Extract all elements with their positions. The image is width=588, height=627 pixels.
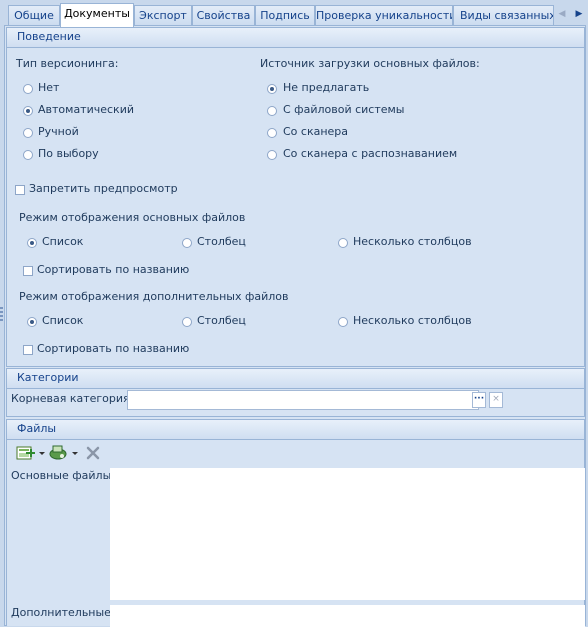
source-option-none[interactable]: Не предлагать xyxy=(283,81,369,94)
source-option-scanner[interactable]: Со сканера xyxy=(283,125,348,138)
tab-export[interactable]: Экспорт xyxy=(134,5,192,25)
versioning-radio-choice[interactable] xyxy=(23,150,33,160)
versioning-option-none[interactable]: Нет xyxy=(38,81,59,94)
versioning-option-choice[interactable]: По выбору xyxy=(38,147,99,160)
categories-group: Категории Корневая категория: ··· × xyxy=(6,368,585,417)
main-sort-label[interactable]: Сортировать по названию xyxy=(37,263,189,276)
extra-mode-option-list[interactable]: Список xyxy=(42,314,83,327)
main-files-label: Основные файлы xyxy=(11,469,112,482)
extra-files-list[interactable] xyxy=(110,605,585,627)
main-files-list[interactable] xyxy=(110,468,585,600)
behavior-group-header: Поведение xyxy=(7,28,584,48)
source-radio-scanner[interactable] xyxy=(267,128,277,138)
source-radio-filesystem[interactable] xyxy=(267,106,277,116)
main-mode-option-multicolumn[interactable]: Несколько столбцов xyxy=(353,235,472,248)
versioning-radio-auto[interactable] xyxy=(23,106,33,116)
extra-sort-label[interactable]: Сортировать по названию xyxy=(37,342,189,355)
tab-signature[interactable]: Подпись xyxy=(255,5,315,25)
source-label: Источник загрузки основных файлов: xyxy=(260,57,480,70)
add-file-button[interactable] xyxy=(14,443,48,463)
root-category-browse-button[interactable]: ··· xyxy=(472,392,486,408)
source-option-scanner-ocr[interactable]: Со сканера с распознаванием xyxy=(283,147,457,160)
main-mode-radio-multicolumn[interactable] xyxy=(338,238,348,248)
versioning-option-auto[interactable]: Автоматический xyxy=(38,103,134,116)
source-radio-none[interactable] xyxy=(267,84,277,94)
scan-file-button[interactable] xyxy=(48,443,82,463)
versioning-radio-manual[interactable] xyxy=(23,128,33,138)
categories-group-header: Категории xyxy=(7,369,584,389)
extra-files-mode-label: Режим отображения дополнительных файлов xyxy=(19,290,289,303)
root-category-input[interactable] xyxy=(127,390,479,410)
source-radio-scanner-ocr[interactable] xyxy=(267,150,277,160)
delete-icon xyxy=(86,446,100,460)
files-group-header: Файлы xyxy=(7,420,584,440)
extra-mode-radio-column[interactable] xyxy=(182,317,192,327)
tab-properties[interactable]: Свойства xyxy=(192,5,255,25)
files-group: Файлы Основные файлы Дополнительные xyxy=(6,419,585,627)
extra-files-label: Дополнительные xyxy=(11,606,111,619)
extra-mode-radio-list[interactable] xyxy=(27,317,37,327)
root-category-clear-button[interactable]: × xyxy=(489,392,503,408)
add-file-icon xyxy=(16,446,45,460)
scanner-icon xyxy=(49,445,78,460)
versioning-option-manual[interactable]: Ручной xyxy=(38,125,79,138)
disable-preview-label[interactable]: Запретить предпросмотр xyxy=(29,182,178,195)
tab-scroll-left-icon[interactable]: ◀ xyxy=(555,6,569,22)
source-option-filesystem[interactable]: С файловой системы xyxy=(283,103,405,116)
behavior-group: Поведение Тип версионинга: Нет Автоматич… xyxy=(6,27,585,367)
main-sort-checkbox[interactable] xyxy=(23,266,33,276)
main-mode-radio-list[interactable] xyxy=(27,238,37,248)
root-category-label: Корневая категория: xyxy=(11,392,134,405)
tab-related-types[interactable]: Виды связанных з xyxy=(453,5,554,25)
main-mode-radio-column[interactable] xyxy=(182,238,192,248)
tab-scroll-right-icon[interactable]: ▶ xyxy=(572,6,586,22)
disable-preview-checkbox[interactable] xyxy=(15,185,25,195)
extra-sort-checkbox[interactable] xyxy=(23,345,33,355)
extra-mode-option-column[interactable]: Столбец xyxy=(197,314,246,327)
versioning-label: Тип версионинга: xyxy=(16,57,119,70)
tab-uniqueness[interactable]: Проверка уникальности xyxy=(315,5,453,25)
tab-general[interactable]: Общие xyxy=(8,5,60,25)
extra-mode-option-multicolumn[interactable]: Несколько столбцов xyxy=(353,314,472,327)
main-mode-option-list[interactable]: Список xyxy=(42,235,83,248)
delete-file-button[interactable] xyxy=(84,444,102,462)
tab-strip: Общие Документы Экспорт Свойства Подпись… xyxy=(0,0,588,27)
main-mode-option-column[interactable]: Столбец xyxy=(197,235,246,248)
versioning-radio-none[interactable] xyxy=(23,84,33,94)
tab-documents[interactable]: Документы xyxy=(60,3,134,27)
extra-mode-radio-multicolumn[interactable] xyxy=(338,317,348,327)
main-files-mode-label: Режим отображения основных файлов xyxy=(19,211,246,224)
splitter-handle[interactable] xyxy=(0,307,3,323)
